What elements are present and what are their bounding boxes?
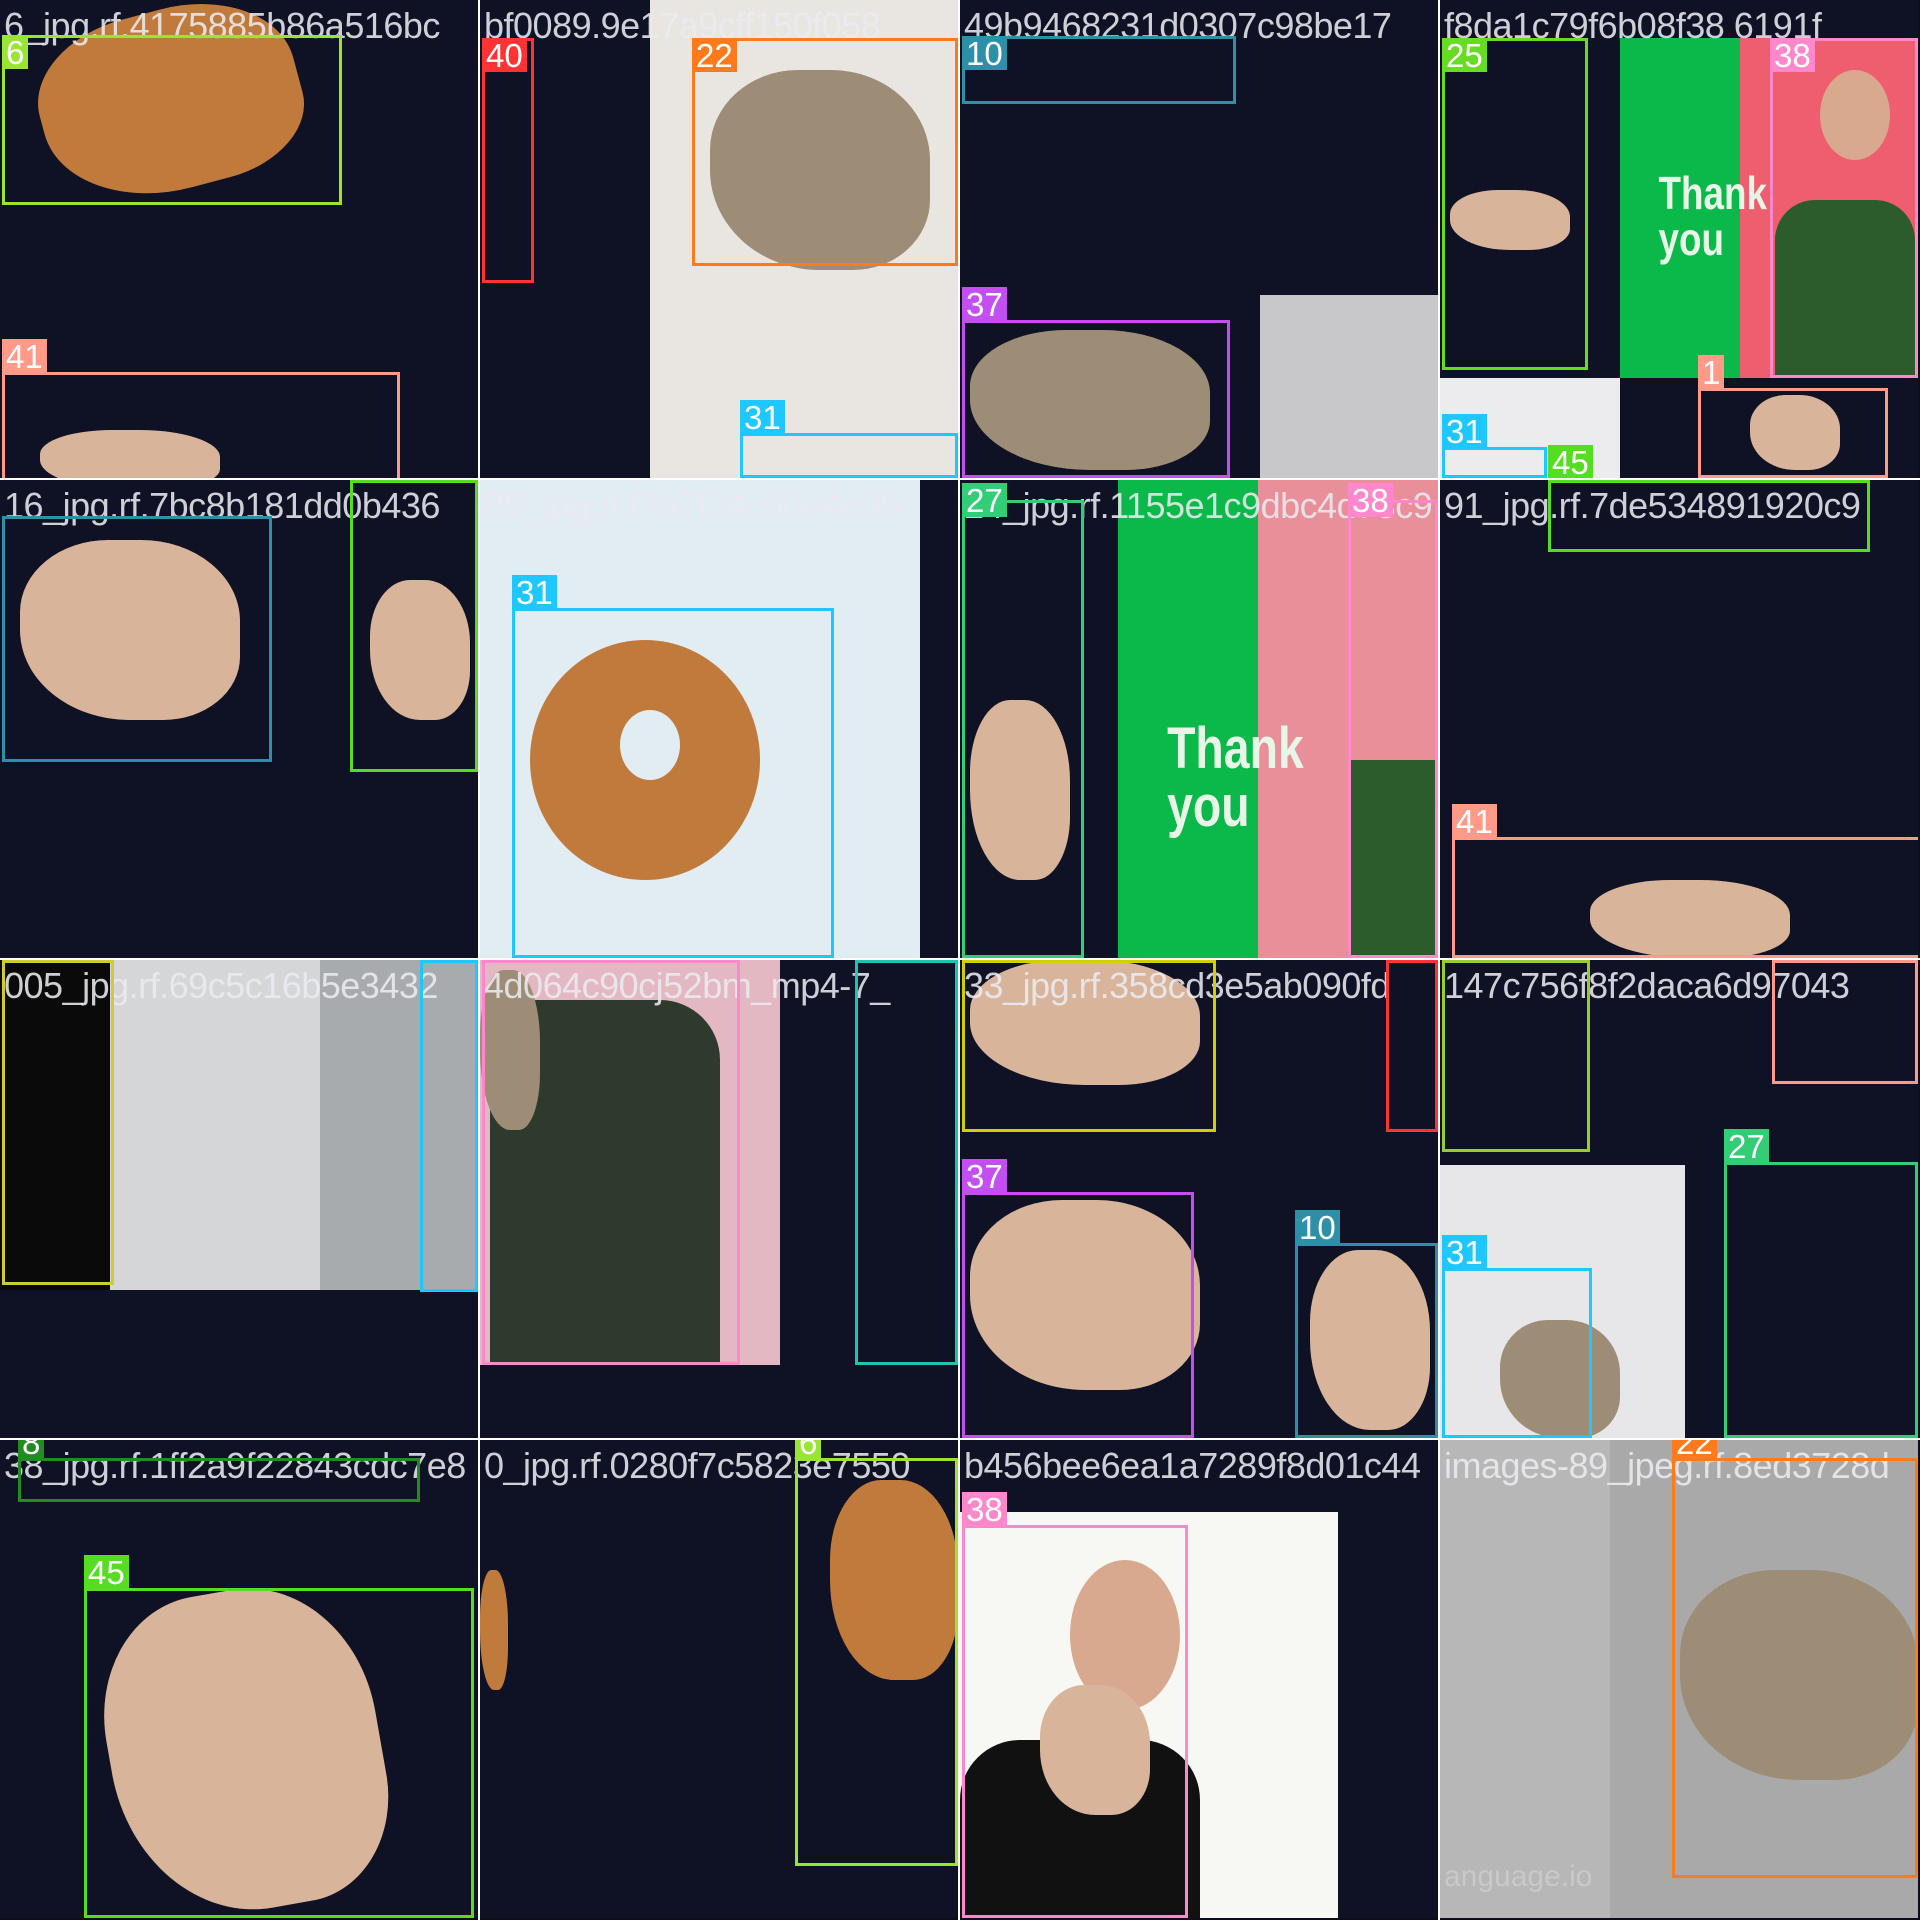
- bbox-label: 38: [1348, 483, 1393, 519]
- bbox-label: 41: [1452, 804, 1497, 840]
- bbox-45: 45: [84, 1555, 474, 1918]
- bbox-10: [2, 516, 272, 762]
- bbox-25: 25: [1442, 38, 1588, 370]
- bbox-38: 38: [1770, 38, 1918, 378]
- tile-8: 91_jpg.rf.7de534891920c9 41: [1440, 480, 1918, 958]
- bbox-label: 10: [1295, 1210, 1340, 1246]
- mosaic-grid: 6_jpg.rf.4175885b86a516bc 6 41 bf0089.9e…: [0, 0, 1920, 1920]
- bbox-label: 6: [2, 35, 29, 71]
- bbox-label: 40: [482, 38, 527, 74]
- bbox-label: 27: [1724, 1129, 1769, 1165]
- bbox-label: 31: [512, 575, 557, 611]
- hand-image: [480, 1570, 508, 1690]
- bbox-label: 27: [962, 483, 1007, 519]
- tile-10: 4d064c90cj52bm_mp4-7_ 38 29: [480, 960, 958, 1438]
- bbox-22: 22: [1672, 1440, 1918, 1878]
- bbox-label: 4: [962, 960, 989, 963]
- bbox-label: 40: [1386, 960, 1431, 963]
- bbox-label: 22: [692, 38, 737, 74]
- bbox-label: 10: [962, 36, 1007, 72]
- bbox-37: 37: [962, 287, 1230, 478]
- thank-you-text: Thank you: [1167, 716, 1304, 839]
- bbox-label: 31: [1442, 414, 1487, 450]
- tile-4: Thank you f8da1c79f6b08f38 6191f 25 38 1 …: [1440, 0, 1918, 478]
- bbox-label: 38: [482, 960, 527, 963]
- bbox-4: 4: [962, 960, 1216, 1132]
- bbox-label: 1: [1698, 355, 1725, 391]
- bbox-label: 37: [962, 287, 1007, 323]
- tile-9: 005_jpg.rf.69c5c16b5e3432 24 31: [0, 960, 478, 1438]
- tile-11: 33_jpg.rf.358cd3e5ab090fd 4 40 37 10: [960, 960, 1438, 1438]
- bbox-45: [1548, 480, 1870, 552]
- bbox-label: 8: [18, 1440, 45, 1461]
- bbox-31: 31: [1442, 414, 1547, 478]
- bbox-label: 31: [1442, 1235, 1487, 1271]
- bbox-22: 22: [692, 38, 958, 266]
- tile-1: 6_jpg.rf.4175885b86a516bc 6 41: [0, 0, 478, 478]
- bbox-label: 38: [1770, 38, 1815, 74]
- bbox-38: 38: [1348, 483, 1438, 958]
- bbox-label: 37: [962, 1159, 1007, 1195]
- bbox-31: 31: [420, 960, 478, 1292]
- bbox-37: 37: [962, 1159, 1194, 1438]
- tile-filename: b456bee6ea1a7289f8d01c44: [964, 1445, 1421, 1486]
- tile-16: anguage.io images-89_jpeg.rf.8ed3728d 22: [1440, 1440, 1918, 1918]
- bbox-26: 26: [1442, 960, 1590, 1152]
- bbox-1: 1: [1698, 355, 1888, 478]
- bbox-10: 10: [1295, 1210, 1438, 1438]
- bbox-label: 6: [795, 1440, 822, 1461]
- tile-6: 85_jpg.rf.f7a7f34c60e4e95 31: [480, 480, 958, 958]
- bbox-label: 45: [1548, 445, 1593, 478]
- bbox-label: 26: [1442, 960, 1487, 963]
- tile-3: 49b9468231d0307c98be17 10 37: [960, 0, 1438, 478]
- bbox-label: 38: [962, 1492, 1007, 1528]
- bbox-31: 31: [740, 400, 958, 478]
- bbox-label: 41: [2, 339, 47, 375]
- bbox-label: 31: [740, 400, 785, 436]
- wall-panel: [1440, 1440, 1610, 1918]
- bbox-27: 27: [962, 483, 1084, 958]
- bbox-41: 41: [1452, 804, 1918, 958]
- bbox-40: 40: [482, 38, 534, 283]
- bbox-label: 22: [1672, 1440, 1717, 1461]
- bbox-31: 31: [1442, 1235, 1592, 1438]
- bbox-38: 38: [482, 960, 740, 1365]
- bbox-label: 29: [855, 960, 900, 963]
- bbox-40: 40: [1386, 960, 1438, 1132]
- bbox-label: 45: [84, 1555, 129, 1591]
- bbox-27: 27: [1724, 1129, 1918, 1438]
- bbox-6: 6: [2, 35, 342, 205]
- tile-2: bf0089.9e17a9cff150f058 40 22 31: [480, 0, 958, 478]
- bbox-41: 41: [1772, 960, 1918, 1084]
- bbox-29: 29: [855, 960, 958, 1365]
- bbox-38: 38: [962, 1492, 1188, 1918]
- tile-13: 38_jpg.rf.1ff2a9f22843cdc7e8 8 45: [0, 1440, 478, 1918]
- bbox-label: 45: [350, 480, 395, 483]
- bbox-8: 8: [18, 1440, 420, 1502]
- bbox-label: 41: [1772, 960, 1817, 963]
- wall-background: [1260, 295, 1438, 478]
- bbox-31: 31: [512, 575, 834, 958]
- tile-14: 0_jpg.rf.0280f7c5823e7550 6: [480, 1440, 958, 1918]
- bbox-label: 31: [420, 960, 465, 963]
- bbox-41: 41: [2, 339, 400, 478]
- thank-you-text: Thank you: [1658, 167, 1767, 265]
- bbox-24: 24: [2, 960, 114, 1285]
- bbox-10: 10: [962, 36, 1236, 104]
- bbox-label: 24: [2, 960, 47, 963]
- bbox-6: 6: [795, 1440, 958, 1866]
- bbox-45: 45: [350, 480, 478, 772]
- bbox-label: 25: [1442, 38, 1487, 74]
- tile-12: 147c756f8f2daca6d97043 26 41 27 31: [1440, 960, 1918, 1438]
- tile-7: Thank you 24_jpg.rf.1155e1c9dbc4d73c9 27 …: [960, 480, 1438, 958]
- watermark-text: anguage.io: [1444, 1860, 1593, 1893]
- tile-15: b456bee6ea1a7289f8d01c44 38: [960, 1440, 1438, 1918]
- tile-5: 16_jpg.rf.7bc8b181dd0b436 45: [0, 480, 478, 958]
